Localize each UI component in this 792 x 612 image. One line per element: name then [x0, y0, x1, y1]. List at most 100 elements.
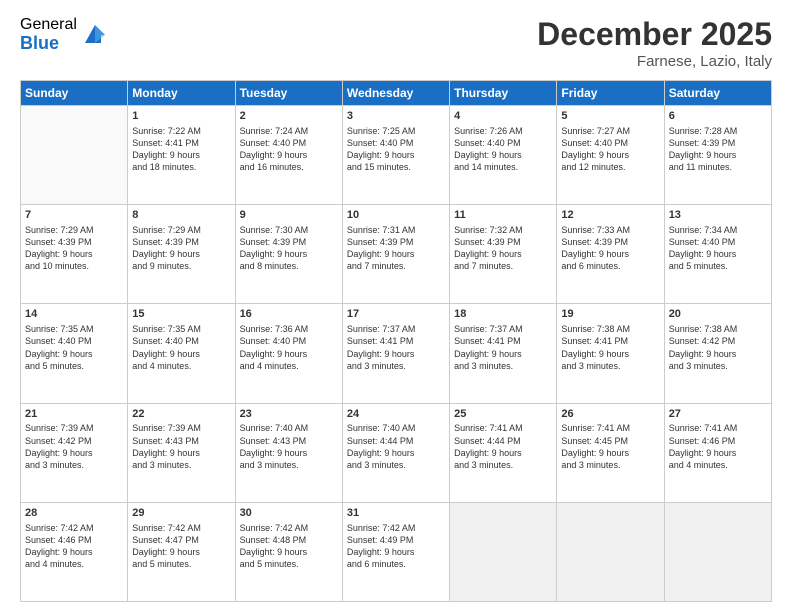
cell-info: Sunset: 4:39 PM — [132, 236, 230, 248]
day-number: 12 — [561, 208, 659, 223]
cell-info: Sunrise: 7:39 AM — [25, 422, 123, 434]
cell-info: Daylight: 9 hours — [669, 248, 767, 260]
cell-info: Sunrise: 7:26 AM — [454, 125, 552, 137]
day-number: 21 — [25, 407, 123, 422]
cell-info: Sunset: 4:41 PM — [347, 335, 445, 347]
cell-info: and 3 minutes. — [454, 360, 552, 372]
cell-info: Sunset: 4:46 PM — [669, 435, 767, 447]
table-row: 15Sunrise: 7:35 AMSunset: 4:40 PMDayligh… — [128, 304, 235, 403]
table-row: 31Sunrise: 7:42 AMSunset: 4:49 PMDayligh… — [342, 502, 449, 601]
cell-info: and 18 minutes. — [132, 161, 230, 173]
cell-info: Daylight: 9 hours — [561, 348, 659, 360]
cell-info: Sunrise: 7:34 AM — [669, 224, 767, 236]
cell-info: Daylight: 9 hours — [25, 546, 123, 558]
cell-info: Daylight: 9 hours — [25, 447, 123, 459]
table-row: 27Sunrise: 7:41 AMSunset: 4:46 PMDayligh… — [664, 403, 771, 502]
cell-info: Sunrise: 7:29 AM — [25, 224, 123, 236]
cell-info: Sunset: 4:39 PM — [347, 236, 445, 248]
cell-info: and 9 minutes. — [132, 260, 230, 272]
cell-info: Sunset: 4:49 PM — [347, 534, 445, 546]
table-row: 29Sunrise: 7:42 AMSunset: 4:47 PMDayligh… — [128, 502, 235, 601]
cell-info: and 6 minutes. — [347, 558, 445, 570]
cell-info: Daylight: 9 hours — [669, 149, 767, 161]
cell-info: Daylight: 9 hours — [454, 149, 552, 161]
cell-info: Daylight: 9 hours — [561, 149, 659, 161]
cell-info: and 3 minutes. — [454, 459, 552, 471]
day-number: 30 — [240, 506, 338, 521]
cell-info: Sunset: 4:39 PM — [25, 236, 123, 248]
cell-info: Daylight: 9 hours — [132, 348, 230, 360]
header: General Blue December 2025 Farnese, Lazi… — [20, 16, 772, 70]
day-number: 20 — [669, 307, 767, 322]
cell-info: Sunrise: 7:40 AM — [347, 422, 445, 434]
logo-icon — [81, 21, 109, 49]
cell-info: Daylight: 9 hours — [669, 447, 767, 459]
cell-info: Sunrise: 7:38 AM — [561, 323, 659, 335]
cell-info: and 4 minutes. — [132, 360, 230, 372]
cell-info: and 16 minutes. — [240, 161, 338, 173]
day-number: 1 — [132, 109, 230, 124]
cell-info: and 8 minutes. — [240, 260, 338, 272]
day-number: 5 — [561, 109, 659, 124]
cell-info: Sunrise: 7:29 AM — [132, 224, 230, 236]
cell-info: and 4 minutes. — [25, 558, 123, 570]
table-row: 22Sunrise: 7:39 AMSunset: 4:43 PMDayligh… — [128, 403, 235, 502]
cell-info: Daylight: 9 hours — [561, 447, 659, 459]
cell-info: Daylight: 9 hours — [132, 149, 230, 161]
location: Farnese, Lazio, Italy — [537, 53, 772, 70]
table-row: 9Sunrise: 7:30 AMSunset: 4:39 PMDaylight… — [235, 205, 342, 304]
cell-info: Sunrise: 7:31 AM — [347, 224, 445, 236]
logo-general: General — [20, 16, 77, 34]
calendar-header-row: Sunday Monday Tuesday Wednesday Thursday… — [21, 81, 772, 106]
day-number: 3 — [347, 109, 445, 124]
day-number: 14 — [25, 307, 123, 322]
cell-info: Daylight: 9 hours — [132, 546, 230, 558]
cell-info: Sunrise: 7:37 AM — [347, 323, 445, 335]
cell-info: Sunset: 4:39 PM — [669, 137, 767, 149]
cell-info: and 3 minutes. — [240, 459, 338, 471]
day-number: 16 — [240, 307, 338, 322]
cell-info: Sunrise: 7:30 AM — [240, 224, 338, 236]
table-row: 17Sunrise: 7:37 AMSunset: 4:41 PMDayligh… — [342, 304, 449, 403]
cell-info: Sunset: 4:39 PM — [561, 236, 659, 248]
cell-info: Sunset: 4:41 PM — [132, 137, 230, 149]
table-row: 8Sunrise: 7:29 AMSunset: 4:39 PMDaylight… — [128, 205, 235, 304]
day-number: 23 — [240, 407, 338, 422]
day-number: 8 — [132, 208, 230, 223]
table-row: 4Sunrise: 7:26 AMSunset: 4:40 PMDaylight… — [450, 106, 557, 205]
cell-info: and 3 minutes. — [347, 360, 445, 372]
col-monday: Monday — [128, 81, 235, 106]
cell-info: and 4 minutes. — [240, 360, 338, 372]
day-number: 4 — [454, 109, 552, 124]
cell-info: Daylight: 9 hours — [347, 348, 445, 360]
page: General Blue December 2025 Farnese, Lazi… — [0, 0, 792, 612]
cell-info: Sunset: 4:40 PM — [25, 335, 123, 347]
day-number: 2 — [240, 109, 338, 124]
cell-info: Sunset: 4:44 PM — [347, 435, 445, 447]
table-row: 23Sunrise: 7:40 AMSunset: 4:43 PMDayligh… — [235, 403, 342, 502]
cell-info: Sunrise: 7:41 AM — [561, 422, 659, 434]
cell-info: Daylight: 9 hours — [240, 149, 338, 161]
cell-info: Daylight: 9 hours — [347, 546, 445, 558]
cell-info: Daylight: 9 hours — [132, 248, 230, 260]
cell-info: Sunset: 4:44 PM — [454, 435, 552, 447]
table-row: 18Sunrise: 7:37 AMSunset: 4:41 PMDayligh… — [450, 304, 557, 403]
table-row: 20Sunrise: 7:38 AMSunset: 4:42 PMDayligh… — [664, 304, 771, 403]
cell-info: Sunrise: 7:42 AM — [132, 522, 230, 534]
day-number: 24 — [347, 407, 445, 422]
cell-info: and 5 minutes. — [25, 360, 123, 372]
day-number: 22 — [132, 407, 230, 422]
col-wednesday: Wednesday — [342, 81, 449, 106]
table-row: 25Sunrise: 7:41 AMSunset: 4:44 PMDayligh… — [450, 403, 557, 502]
day-number: 6 — [669, 109, 767, 124]
day-number: 11 — [454, 208, 552, 223]
cell-info: Daylight: 9 hours — [240, 546, 338, 558]
day-number: 31 — [347, 506, 445, 521]
cell-info: Sunset: 4:40 PM — [669, 236, 767, 248]
cell-info: and 3 minutes. — [561, 360, 659, 372]
col-thursday: Thursday — [450, 81, 557, 106]
table-row: 24Sunrise: 7:40 AMSunset: 4:44 PMDayligh… — [342, 403, 449, 502]
cell-info: Sunset: 4:45 PM — [561, 435, 659, 447]
cell-info: Daylight: 9 hours — [25, 248, 123, 260]
cell-info: Sunrise: 7:39 AM — [132, 422, 230, 434]
